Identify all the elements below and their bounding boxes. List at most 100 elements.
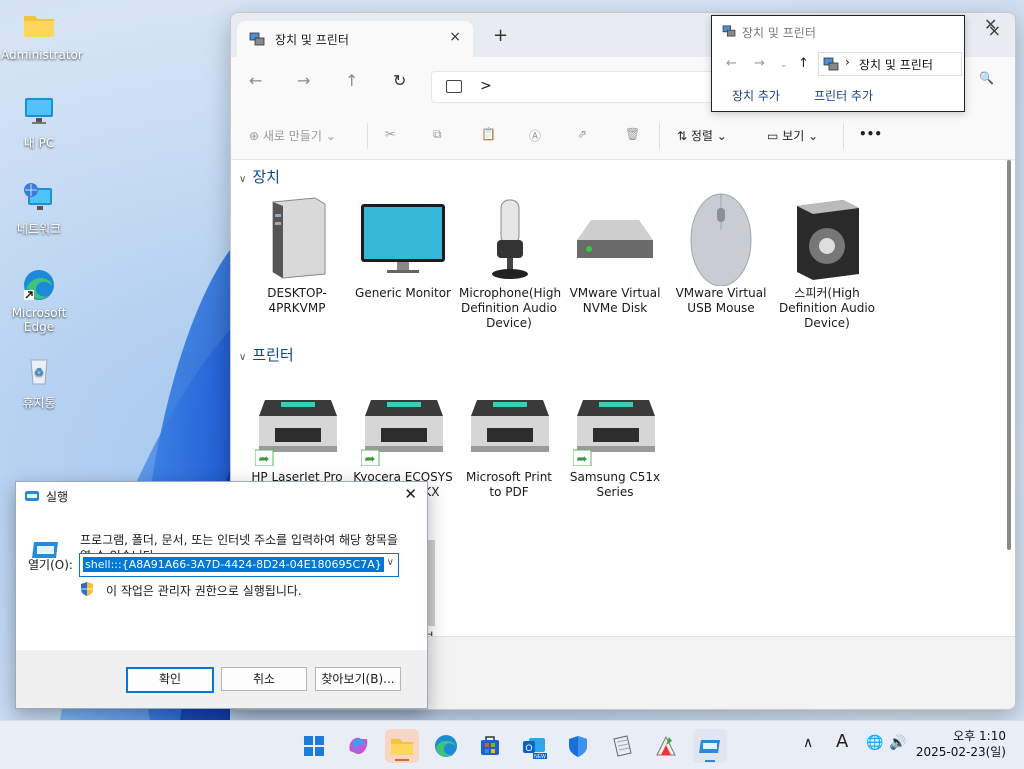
group-header-devices[interactable]: ∨ 장치: [239, 166, 280, 187]
more-options-icon[interactable]: •••: [859, 127, 882, 141]
new-tab-button[interactable]: +: [493, 25, 508, 46]
svg-text:NEW: NEW: [534, 754, 546, 760]
svg-text:➦: ➦: [577, 452, 588, 466]
edge-taskbar-button[interactable]: [429, 729, 463, 763]
popup-close-icon[interactable]: ✕: [984, 15, 997, 34]
notepad-taskbar-button[interactable]: [605, 729, 639, 763]
computer-tower-icon: [255, 190, 339, 282]
printer-icon: ➦: [360, 386, 445, 467]
copilot-icon: [349, 737, 368, 755]
folder-icon: [22, 10, 56, 44]
browse-button[interactable]: 찾아보기(B)...: [315, 667, 401, 691]
cut-icon[interactable]: ✂: [385, 127, 395, 141]
share-icon[interactable]: ⇗: [577, 127, 587, 141]
desktop-icon-recycle-bin[interactable]: ♻ 휴지통: [1, 356, 77, 411]
run-app-icon: [25, 491, 39, 501]
device-item[interactable]: Generic Monitor: [353, 190, 453, 301]
divider: [659, 123, 660, 149]
delete-icon[interactable]: 🗑: [625, 127, 640, 141]
divider: [367, 123, 368, 149]
printer-icon: ➦: [254, 386, 339, 467]
copilot-button[interactable]: [341, 729, 375, 763]
divider: [843, 123, 844, 149]
paint-taskbar-button[interactable]: [649, 729, 683, 763]
network-icon[interactable]: 🌐: [866, 735, 883, 751]
vertical-scrollbar[interactable]: [1007, 160, 1011, 550]
device-item[interactable]: 스피커(High Definition Audio Device): [777, 190, 877, 331]
svg-text:➦: ➦: [259, 452, 270, 466]
shield-icon: [569, 736, 587, 757]
device-item[interactable]: VMware Virtual USB Mouse: [671, 190, 771, 316]
search-icon[interactable]: 🔍: [979, 71, 994, 85]
paste-icon[interactable]: 📋: [481, 127, 496, 141]
open-input-value[interactable]: shell:::{A8A91A66-3A7D-4424-8D24-04E1806…: [83, 557, 384, 572]
rename-icon[interactable]: Ⓐ: [529, 127, 541, 144]
close-tab-icon[interactable]: ×: [449, 29, 461, 45]
copy-icon[interactable]: ⧉: [433, 127, 442, 142]
monitor-icon: [361, 190, 445, 282]
admin-note: 이 작업은 관리자 권한으로 실행됩니다.: [106, 584, 302, 598]
outlook-taskbar-button[interactable]: O NEW: [517, 729, 551, 763]
breadcrumb-current[interactable]: 장치 및 프린터: [859, 56, 933, 73]
sort-button[interactable]: ⇅ 정렬 ⌄: [677, 127, 727, 144]
printer-item[interactable]: Microsoft Print to PDF: [459, 386, 559, 500]
up-arrow-icon[interactable]: ↑: [798, 56, 809, 71]
add-device-button[interactable]: 장치 추가: [732, 87, 780, 104]
svg-text:O: O: [525, 743, 532, 753]
devices-printers-icon: [722, 25, 736, 37]
store-taskbar-button[interactable]: [473, 729, 507, 763]
mouse-icon: [679, 190, 763, 287]
run-titlebar: 실행 ✕: [16, 482, 427, 510]
security-taskbar-button[interactable]: [561, 729, 595, 763]
device-item[interactable]: VMware Virtual NVMe Disk: [565, 190, 665, 316]
forward-arrow-icon[interactable]: →: [754, 56, 765, 71]
group-header-printers[interactable]: ∨ 프린터: [239, 344, 294, 365]
desktop-icon-edge[interactable]: Microsoft Edge: [1, 268, 77, 334]
start-button[interactable]: [297, 729, 331, 763]
file-explorer-taskbar-button[interactable]: [385, 729, 419, 763]
show-hidden-icons-chevron-icon[interactable]: ∧: [803, 735, 813, 751]
desktop-icon-network[interactable]: 네트워크: [1, 182, 77, 237]
run-app-icon: [699, 740, 720, 762]
refresh-icon[interactable]: ↻: [393, 71, 406, 90]
back-arrow-icon[interactable]: ←: [249, 71, 262, 90]
recent-dropdown-icon[interactable]: ⌄: [780, 60, 788, 70]
popup-address-bar[interactable]: › 장치 및 프린터: [818, 52, 962, 76]
disk-drive-icon: [573, 190, 657, 282]
tab-label: 장치 및 프린터: [275, 33, 349, 47]
uac-shield-icon: [81, 582, 93, 596]
desktop-icon-administrator[interactable]: Administrator: [1, 10, 83, 62]
command-bar: ⊕ 새로 만들기 ⌄ ✂ ⧉ 📋 Ⓐ ⇗ 🗑 ⇅ 정렬 ⌄ ▭ 보기 ⌄ •••: [231, 113, 1015, 160]
close-icon[interactable]: ✕: [404, 485, 417, 503]
breadcrumb-chevron-icon: ›: [845, 55, 850, 69]
run-taskbar-button[interactable]: [693, 729, 727, 763]
tab-devices-printers[interactable]: 장치 및 프린터 ×: [237, 21, 473, 57]
printer-item[interactable]: ➦ Samsung C51x Series: [565, 386, 665, 500]
forward-arrow-icon[interactable]: →: [297, 71, 310, 90]
notepad-icon: [613, 735, 632, 757]
folder-icon: [391, 739, 413, 761]
chevron-down-icon[interactable]: ∨: [387, 557, 394, 568]
ime-indicator[interactable]: A: [836, 731, 848, 752]
clock[interactable]: 오후 1:10 2025-02-23(일): [916, 728, 1006, 760]
speaker-icon: [785, 190, 869, 282]
breadcrumb-chevron-icon[interactable]: >: [480, 78, 492, 94]
network-icon: [22, 182, 56, 216]
device-item[interactable]: DESKTOP-4PRKVMP: [247, 190, 347, 316]
up-arrow-icon[interactable]: ↑: [345, 71, 358, 90]
taskbar: O NEW ∧ A 🌐 🔊 오후 1:10 2025-02-23(일): [0, 720, 1024, 769]
open-label: 열기(O):: [28, 558, 73, 572]
back-arrow-icon[interactable]: ←: [726, 56, 737, 71]
open-input[interactable]: shell:::{A8A91A66-3A7D-4424-8D24-04E1806…: [79, 553, 399, 577]
device-item[interactable]: Microphone(High Definition Audio Device): [459, 190, 561, 331]
volume-icon[interactable]: 🔊: [889, 735, 906, 751]
add-printer-button[interactable]: 프린터 추가: [814, 87, 873, 104]
windows-logo-icon: [304, 736, 324, 756]
view-button[interactable]: ▭ 보기 ⌄: [767, 127, 818, 144]
collapse-caret-icon: ∨: [239, 174, 247, 185]
ok-button[interactable]: 확인: [126, 667, 214, 693]
cancel-button[interactable]: 취소: [221, 667, 307, 691]
desktop-icon-this-pc[interactable]: 내 PC: [1, 96, 77, 151]
svg-text:♻: ♻: [34, 366, 44, 379]
new-button[interactable]: ⊕ 새로 만들기 ⌄: [249, 127, 336, 144]
